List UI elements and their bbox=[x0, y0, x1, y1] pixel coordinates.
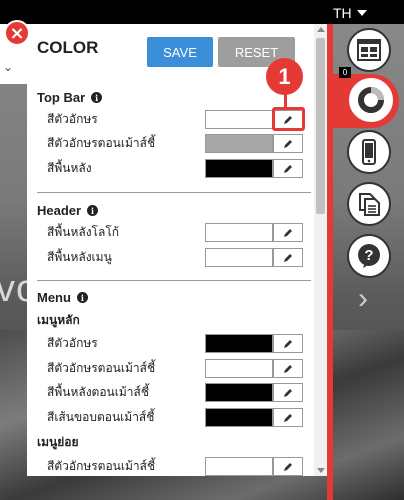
help-icon: ? bbox=[358, 244, 380, 268]
row-label: สีตัวอักษรตอนเม้าส์ชี้ bbox=[47, 361, 156, 375]
language-selector[interactable]: TH bbox=[333, 5, 367, 21]
pencil-icon bbox=[284, 388, 292, 397]
pencil-icon bbox=[284, 364, 292, 373]
pencil-icon bbox=[284, 228, 292, 237]
row-label: สีพื้นหลังโลโก้ bbox=[47, 225, 120, 239]
edit-color-button[interactable] bbox=[273, 359, 303, 378]
mobile-icon bbox=[362, 139, 376, 165]
scroll-down-icon[interactable] bbox=[317, 468, 325, 473]
color-ring-icon bbox=[358, 87, 384, 113]
pencil-icon bbox=[284, 462, 292, 471]
color-swatch[interactable] bbox=[205, 134, 273, 153]
close-icon: × bbox=[9, 22, 25, 44]
layout-icon bbox=[357, 39, 381, 61]
info-icon[interactable]: i bbox=[76, 292, 88, 303]
subsection-title-sub-menu: เมนูย่อย bbox=[37, 435, 79, 449]
edit-color-button[interactable] bbox=[273, 223, 303, 242]
pencil-icon bbox=[284, 339, 292, 348]
pencil-icon bbox=[284, 253, 292, 262]
chevron-down-icon: ⌄ bbox=[3, 60, 14, 74]
caret-down-icon bbox=[356, 10, 367, 16]
callout-connector bbox=[284, 94, 287, 108]
color-swatch[interactable] bbox=[205, 159, 273, 178]
section-title-menu: Menu i bbox=[37, 290, 88, 305]
save-button[interactable]: SAVE bbox=[147, 37, 213, 67]
section-title-header: Header i bbox=[37, 203, 99, 218]
close-button[interactable]: × bbox=[4, 20, 30, 46]
section-divider bbox=[37, 192, 311, 193]
notification-badge: 0 bbox=[339, 67, 351, 78]
row-label: สีตัวอักษร bbox=[47, 112, 98, 126]
copy-pages-icon bbox=[359, 193, 380, 216]
color-swatch[interactable] bbox=[205, 383, 273, 402]
color-swatch[interactable] bbox=[205, 248, 273, 267]
pencil-icon bbox=[284, 139, 292, 148]
edit-color-button[interactable] bbox=[273, 248, 303, 267]
pencil-icon bbox=[284, 413, 292, 422]
section-title-top-bar: Top Bar i bbox=[37, 90, 103, 105]
color-swatch[interactable] bbox=[205, 334, 273, 353]
color-swatch[interactable] bbox=[205, 359, 273, 378]
row-label: สีตัวอักษรตอนเม้าส์ชี้ bbox=[47, 136, 156, 150]
help-tool-button[interactable]: ? bbox=[347, 234, 391, 278]
scroll-up-icon[interactable] bbox=[317, 27, 325, 32]
edit-color-button[interactable] bbox=[273, 334, 303, 353]
language-label: TH bbox=[333, 5, 352, 21]
pages-tool-button[interactable] bbox=[347, 182, 391, 226]
row-label: สีพื้นหลังเมนู bbox=[47, 250, 112, 264]
svg-text:?: ? bbox=[364, 247, 373, 264]
row-label: สีตัวอักษรตอนเม้าส์ชี้ bbox=[47, 459, 156, 473]
row-label: สีเส้นขอบตอนเม้าส์ชี้ bbox=[47, 410, 155, 424]
color-swatch[interactable] bbox=[205, 110, 273, 129]
edit-color-button[interactable] bbox=[273, 408, 303, 427]
pencil-icon bbox=[284, 164, 292, 173]
row-label: สีพื้นหลังตอนเม้าส์ชี้ bbox=[47, 385, 149, 399]
layout-tool-button[interactable] bbox=[347, 28, 391, 72]
callout-highlight-box bbox=[272, 107, 305, 131]
step-callout: 1 bbox=[266, 58, 303, 95]
subsection-title-main-menu: เมนูหลัก bbox=[37, 313, 80, 327]
panel-title: COLOR bbox=[37, 38, 99, 57]
info-icon[interactable]: i bbox=[91, 92, 103, 103]
mobile-tool-button[interactable] bbox=[347, 130, 391, 174]
edit-color-button[interactable] bbox=[273, 457, 303, 476]
row-label: สีตัวอักษร bbox=[47, 336, 98, 350]
edit-color-button[interactable] bbox=[273, 383, 303, 402]
row-label: สีพื้นหลัง bbox=[47, 161, 92, 175]
color-tool-button[interactable] bbox=[349, 78, 393, 122]
scroll-thumb[interactable] bbox=[316, 38, 325, 214]
color-swatch[interactable] bbox=[205, 223, 273, 242]
edit-color-button[interactable] bbox=[273, 134, 303, 153]
edit-color-button[interactable] bbox=[273, 159, 303, 178]
section-divider bbox=[37, 280, 311, 281]
slider-next-icon[interactable]: › bbox=[358, 282, 368, 316]
color-swatch[interactable] bbox=[205, 457, 273, 476]
color-swatch[interactable] bbox=[205, 408, 273, 427]
info-icon[interactable]: i bbox=[87, 205, 99, 216]
